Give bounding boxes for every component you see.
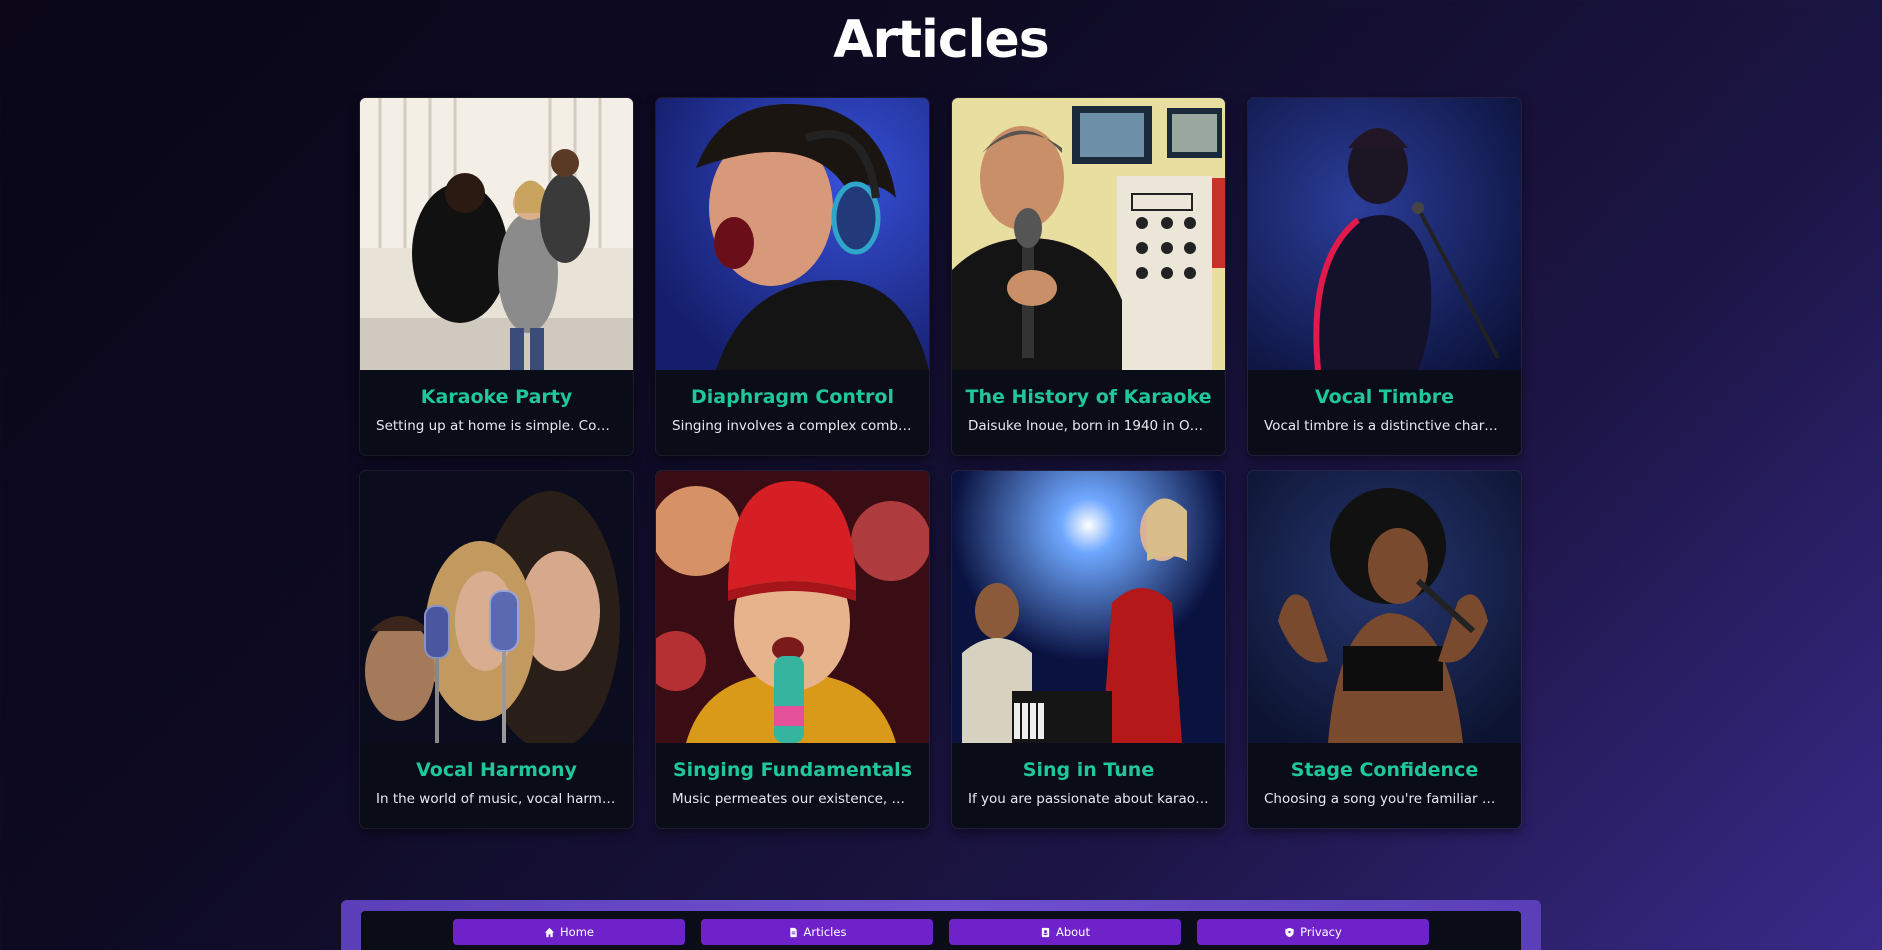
article-excerpt: Music permeates our existence, many ... — [672, 791, 913, 807]
friends-singing-at-home-photo — [360, 98, 633, 370]
document-icon — [788, 927, 799, 938]
article-title[interactable]: Vocal Harmony — [360, 759, 633, 781]
singer-silhouette-stage-photo — [1248, 98, 1521, 370]
singer-with-headphones-photo — [656, 98, 929, 370]
nav-about-button[interactable]: About — [949, 919, 1181, 945]
article-title[interactable]: Stage Confidence — [1248, 759, 1521, 781]
article-excerpt: Setting up at home is simple. Connect... — [376, 418, 617, 434]
article-title[interactable]: Singing Fundamentals — [656, 759, 929, 781]
article-card[interactable]: Stage Confidence Choosing a song you're … — [1248, 471, 1521, 828]
article-card[interactable]: Vocal Timbre Vocal timbre is a distincti… — [1248, 98, 1521, 455]
article-excerpt: Daisuke Inoue, born in 1940 in Osaka... — [968, 418, 1209, 434]
articles-grid: Karaoke Party Setting up at home is simp… — [360, 98, 1522, 828]
nav-about-label: About — [1055, 925, 1090, 939]
nav-articles-label: Articles — [803, 925, 847, 939]
article-card[interactable]: Diaphragm Control Singing involves a com… — [656, 98, 929, 455]
article-excerpt: Choosing a song you're familiar with i..… — [1264, 791, 1505, 807]
article-title[interactable]: The History of Karaoke — [952, 386, 1225, 408]
article-title[interactable]: Karaoke Party — [360, 386, 633, 408]
shield-icon — [1284, 927, 1295, 938]
nav-privacy-button[interactable]: Privacy — [1197, 919, 1429, 945]
article-excerpt: Singing involves a complex combinati... — [672, 418, 913, 434]
contact-card-icon — [1040, 927, 1051, 938]
footer-nav: Home Articles About Privacy — [453, 919, 1429, 945]
singers-at-vintage-mics-photo — [360, 471, 633, 743]
article-card[interactable]: The History of Karaoke Daisuke Inoue, bo… — [952, 98, 1225, 455]
article-title[interactable]: Sing in Tune — [952, 759, 1225, 781]
article-excerpt: Vocal timbre is a distinctive character.… — [1264, 418, 1505, 434]
nav-articles-button[interactable]: Articles — [701, 919, 933, 945]
article-excerpt: If you are passionate about karaoke a... — [968, 791, 1209, 807]
article-excerpt: In the world of music, vocal harmony ... — [376, 791, 617, 807]
article-card[interactable]: Karaoke Party Setting up at home is simp… — [360, 98, 633, 455]
girl-red-beanie-singing-photo — [656, 471, 929, 743]
woman-singing-into-mic-photo — [1248, 471, 1521, 743]
nav-privacy-label: Privacy — [1300, 925, 1342, 939]
page-title: Articles — [833, 10, 1049, 70]
article-card[interactable]: Vocal Harmony In the world of music, voc… — [360, 471, 633, 828]
home-icon — [544, 927, 555, 938]
article-title[interactable]: Diaphragm Control — [656, 386, 929, 408]
nav-home-button[interactable]: Home — [453, 919, 685, 945]
nav-home-label: Home — [560, 925, 594, 939]
article-title[interactable]: Vocal Timbre — [1248, 386, 1521, 408]
man-with-juke-machine-photo — [952, 98, 1225, 370]
article-card[interactable]: Singing Fundamentals Music permeates our… — [656, 471, 929, 828]
singer-and-pianist-photo — [952, 471, 1225, 743]
article-card[interactable]: Sing in Tune If you are passionate about… — [952, 471, 1225, 828]
